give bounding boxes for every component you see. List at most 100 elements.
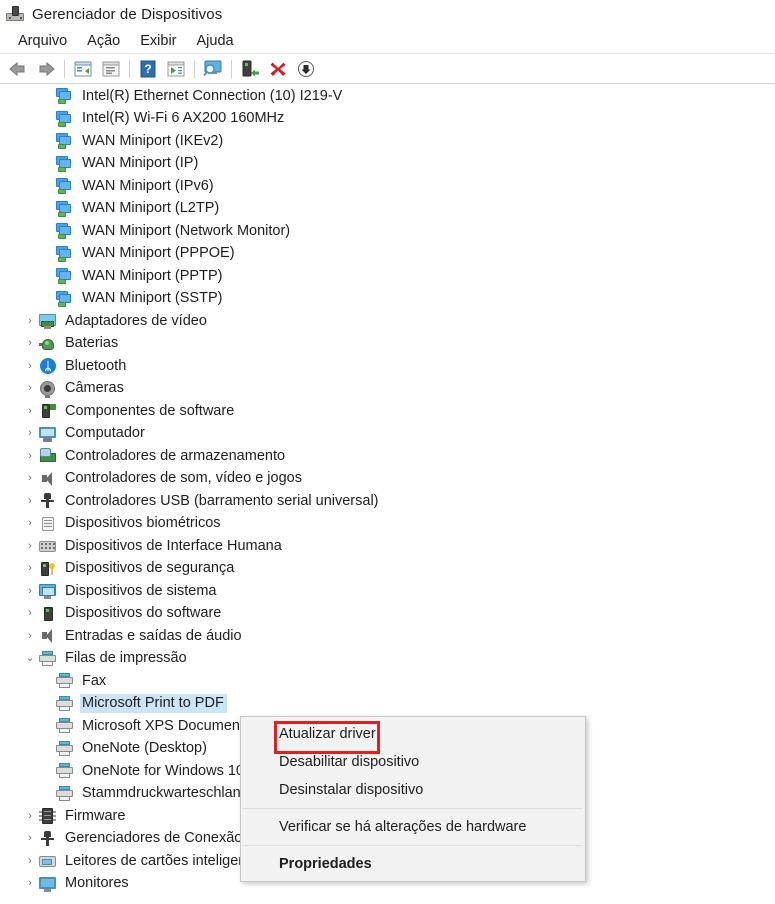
chevron-right-icon[interactable]: › xyxy=(22,855,38,867)
ctx-scan-hardware-changes[interactable]: Verificar se há alterações de hardware xyxy=(241,813,585,841)
chevron-right-icon[interactable]: › xyxy=(22,428,38,439)
network-adapter-icon xyxy=(55,267,75,285)
chevron-right-icon[interactable]: › xyxy=(22,383,38,394)
tree-row-label: Baterias xyxy=(65,335,119,352)
tree-row[interactable]: WAN Miniport (SSTP) xyxy=(0,288,775,311)
tree-row[interactable]: ⌄ Filas de impressão xyxy=(0,648,775,671)
forward-arrow-icon xyxy=(39,61,55,76)
title-bar: Gerenciador de Dispositivos xyxy=(0,0,775,28)
tree-row[interactable]: › ᛦ Bluetooth xyxy=(0,355,775,378)
printer-icon xyxy=(55,717,75,735)
context-menu-item-label: Desinstalar dispositivo xyxy=(279,782,424,798)
tree-row[interactable]: › Câmeras xyxy=(0,378,775,401)
show-hidden-devices-button[interactable] xyxy=(162,57,190,81)
tree-row[interactable]: › Dispositivos do software xyxy=(0,603,775,626)
uninstall-device-button[interactable] xyxy=(264,57,292,81)
chevron-down-icon[interactable]: ⌄ xyxy=(22,653,38,664)
context-menu-item-label: Verificar se há alterações de hardware xyxy=(279,819,527,835)
menu-acao[interactable]: Ação xyxy=(77,31,130,51)
monitor-magnifier-icon xyxy=(203,60,222,76)
back-button[interactable] xyxy=(4,57,32,81)
storage-controller-icon xyxy=(38,447,58,465)
ctx-disable-device[interactable]: Desabilitar dispositivo xyxy=(241,748,585,776)
chevron-right-icon[interactable]: › xyxy=(22,450,38,462)
tree-row[interactable]: › Entradas e saídas de áudio xyxy=(0,625,775,648)
tree-row[interactable]: › Controladores USB (barramento serial un… xyxy=(0,490,775,513)
chevron-right-icon[interactable]: › xyxy=(22,473,38,484)
tree-row[interactable]: WAN Miniport (PPTP) xyxy=(0,265,775,288)
chevron-right-icon[interactable]: › xyxy=(22,315,38,327)
ctx-properties[interactable]: Propriedades xyxy=(241,850,585,878)
chevron-right-icon[interactable]: › xyxy=(22,495,38,507)
chevron-right-icon[interactable]: › xyxy=(22,878,38,889)
network-adapter-icon xyxy=(55,290,75,308)
tree-row[interactable]: › Componentes de software xyxy=(0,400,775,423)
context-menu[interactable]: Atualizar driver Desabilitar dispositivo D… xyxy=(240,716,586,882)
chevron-right-icon[interactable]: › xyxy=(22,563,38,574)
tree-row-label: Dispositivos do software xyxy=(65,605,222,622)
help-question-icon: ? xyxy=(140,60,156,77)
ctx-separator-2 xyxy=(243,845,583,846)
menu-ajuda[interactable]: Ajuda xyxy=(187,31,244,51)
tree-row[interactable]: WAN Miniport (PPPOE) xyxy=(0,243,775,266)
chevron-right-icon[interactable]: › xyxy=(22,360,38,372)
ctx-update-driver[interactable]: Atualizar driver xyxy=(241,720,585,748)
tree-row[interactable]: › Dispositivos de segurança xyxy=(0,558,775,581)
show-hide-console-tree-button[interactable] xyxy=(69,57,97,81)
chevron-right-icon[interactable]: › xyxy=(22,585,38,597)
ctx-uninstall-device[interactable]: Desinstalar dispositivo xyxy=(241,776,585,804)
properties-button[interactable] xyxy=(97,57,125,81)
tree-row[interactable]: Microsoft Print to PDF xyxy=(0,693,775,716)
printer-icon xyxy=(55,762,75,780)
tree-row[interactable]: WAN Miniport (Network Monitor) xyxy=(0,220,775,243)
print-queue-icon xyxy=(38,650,58,668)
tree-row[interactable]: › Baterias xyxy=(0,333,775,356)
tree-row[interactable]: › Adaptadores de vídeo xyxy=(0,310,775,333)
chevron-right-icon[interactable]: › xyxy=(22,630,38,642)
chevron-right-icon[interactable]: › xyxy=(22,540,38,552)
tree-row-label: Entradas e saídas de áudio xyxy=(65,627,242,644)
tree-row-label: OneNote (Desktop) xyxy=(82,740,207,757)
console-tree-icon xyxy=(74,61,92,76)
svg-text:?: ? xyxy=(144,62,151,76)
device-manager-window: Gerenciador de Dispositivos Arquivo Ação… xyxy=(0,0,775,904)
printer-icon xyxy=(55,740,75,758)
chevron-right-icon[interactable]: › xyxy=(22,338,38,349)
tree-row[interactable]: › Controladores de armazenamento xyxy=(0,445,775,468)
tree-row[interactable]: › Dispositivos de Interface Humana xyxy=(0,535,775,558)
forward-button[interactable] xyxy=(32,57,60,81)
chevron-right-icon[interactable]: › xyxy=(22,405,38,417)
window-title: Gerenciador de Dispositivos xyxy=(32,5,223,23)
context-menu-item-label: Propriedades xyxy=(279,856,372,872)
network-adapter-icon xyxy=(55,200,75,218)
tree-row[interactable]: WAN Miniport (IKEv2) xyxy=(0,130,775,153)
video-adapter-icon xyxy=(38,312,58,330)
tree-row[interactable]: Intel(R) Wi-Fi 6 AX200 160MHz xyxy=(0,108,775,131)
update-driver-button[interactable] xyxy=(236,57,264,81)
tree-row[interactable]: WAN Miniport (L2TP) xyxy=(0,198,775,221)
tree-row[interactable]: Fax xyxy=(0,670,775,693)
tree-row-label: WAN Miniport (IKEv2) xyxy=(82,132,224,149)
tree-row[interactable]: › Controladores de som, vídeo e jogos xyxy=(0,468,775,491)
chevron-right-icon[interactable]: › xyxy=(22,518,38,529)
tree-row[interactable]: Intel(R) Ethernet Connection (10) I219-V xyxy=(0,85,775,108)
chevron-right-icon[interactable]: › xyxy=(22,833,38,844)
tree-row[interactable]: › Dispositivos biométricos xyxy=(0,513,775,536)
tree-row-label: Dispositivos de segurança xyxy=(65,560,235,577)
tree-row-label: Computador xyxy=(65,425,145,442)
chevron-right-icon[interactable]: › xyxy=(22,608,38,619)
toolbar-separator-2 xyxy=(129,59,130,78)
help-button[interactable]: ? xyxy=(134,57,162,81)
menu-arquivo[interactable]: Arquivo xyxy=(8,31,77,51)
chevron-right-icon[interactable]: › xyxy=(22,810,38,822)
tree-row-label: Firmware xyxy=(65,807,126,824)
tree-row[interactable]: WAN Miniport (IP) xyxy=(0,153,775,176)
disable-device-button[interactable] xyxy=(292,57,320,81)
usb-controller-icon xyxy=(38,830,58,848)
tree-row[interactable]: › Dispositivos de sistema xyxy=(0,580,775,603)
tree-row[interactable]: WAN Miniport (IPv6) xyxy=(0,175,775,198)
tree-row[interactable]: › Computador xyxy=(0,423,775,446)
menu-exibir[interactable]: Exibir xyxy=(130,31,186,51)
tree-row-label: WAN Miniport (SSTP) xyxy=(82,290,223,307)
scan-hardware-changes-button[interactable] xyxy=(199,57,227,81)
